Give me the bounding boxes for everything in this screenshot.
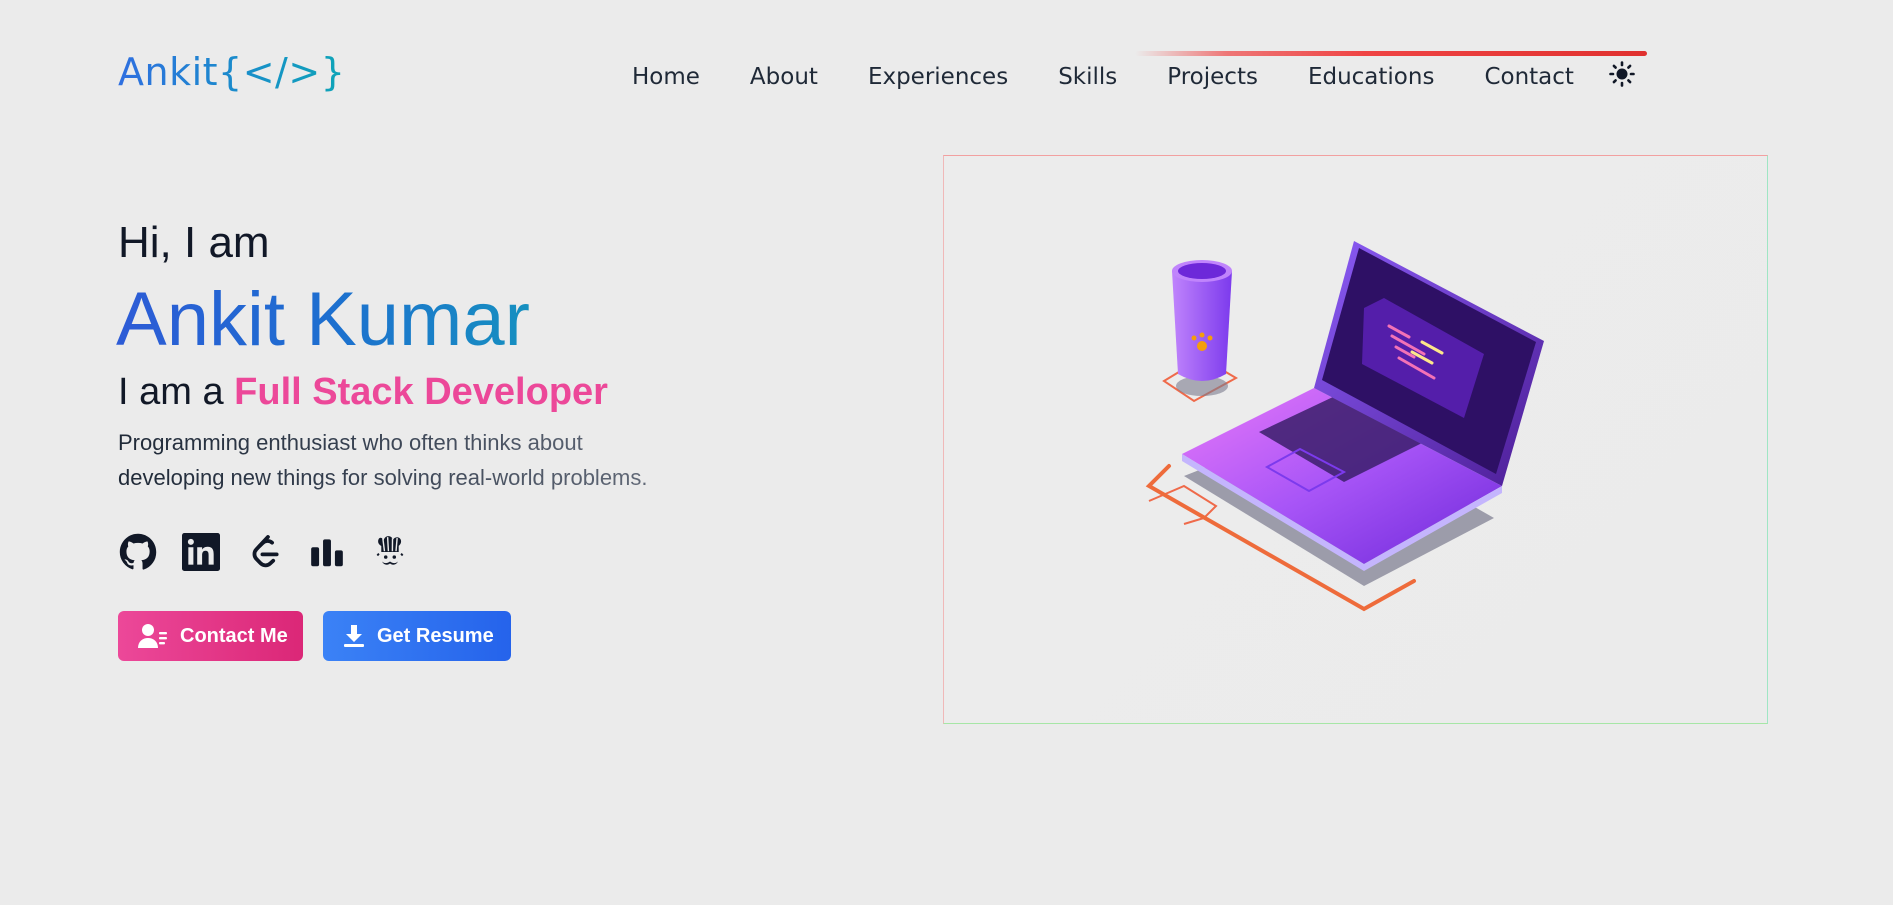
hero-greeting: Hi, I am [118,218,270,267]
social-links [118,532,433,571]
hero-role-line: I am a Full Stack Developer [118,371,608,414]
hero-name: Ankit Kumar [116,277,530,362]
sun-icon[interactable] [1608,60,1636,88]
nav-item-contact[interactable]: Contact [1484,62,1573,92]
github-icon[interactable] [118,532,157,571]
role-prefix: I am a [118,371,235,413]
contact-me-button[interactable]: Contact Me [118,611,303,661]
contact-user-icon [138,623,168,649]
nav-item-educations[interactable]: Educations [1308,62,1435,92]
get-resume-button[interactable]: Get Resume [323,611,511,661]
nav-item-skills[interactable]: Skills [1058,62,1117,92]
bio-line-1: Programming enthusiast who often thinks … [118,430,583,455]
stats-icon[interactable] [307,532,346,571]
nav-item-projects[interactable]: Projects [1167,62,1258,92]
nav-item-home[interactable]: Home [632,62,700,92]
linkedin-icon[interactable] [181,532,220,571]
chef-icon[interactable] [370,532,409,571]
nav-item-about[interactable]: About [750,62,818,92]
main-nav: Home About Experiences Skills Projects E… [632,62,1574,92]
leetcode-icon[interactable] [244,532,283,571]
nav-item-experiences[interactable]: Experiences [868,62,1008,92]
hero-bio: Programming enthusiast who often thinks … [118,425,718,495]
laptop-illustration [1145,241,1544,612]
reading-progress-bar [1135,51,1647,56]
hero-role: Full Stack Developer [234,371,608,413]
download-icon [343,624,365,648]
get-resume-label: Get Resume [377,624,494,647]
bio-line-2: developing new things for solving real-w… [118,465,648,490]
hero-illustration-frame [943,155,1768,724]
contact-me-label: Contact Me [180,624,288,647]
site-logo[interactable]: Ankit{</>} [118,50,345,94]
